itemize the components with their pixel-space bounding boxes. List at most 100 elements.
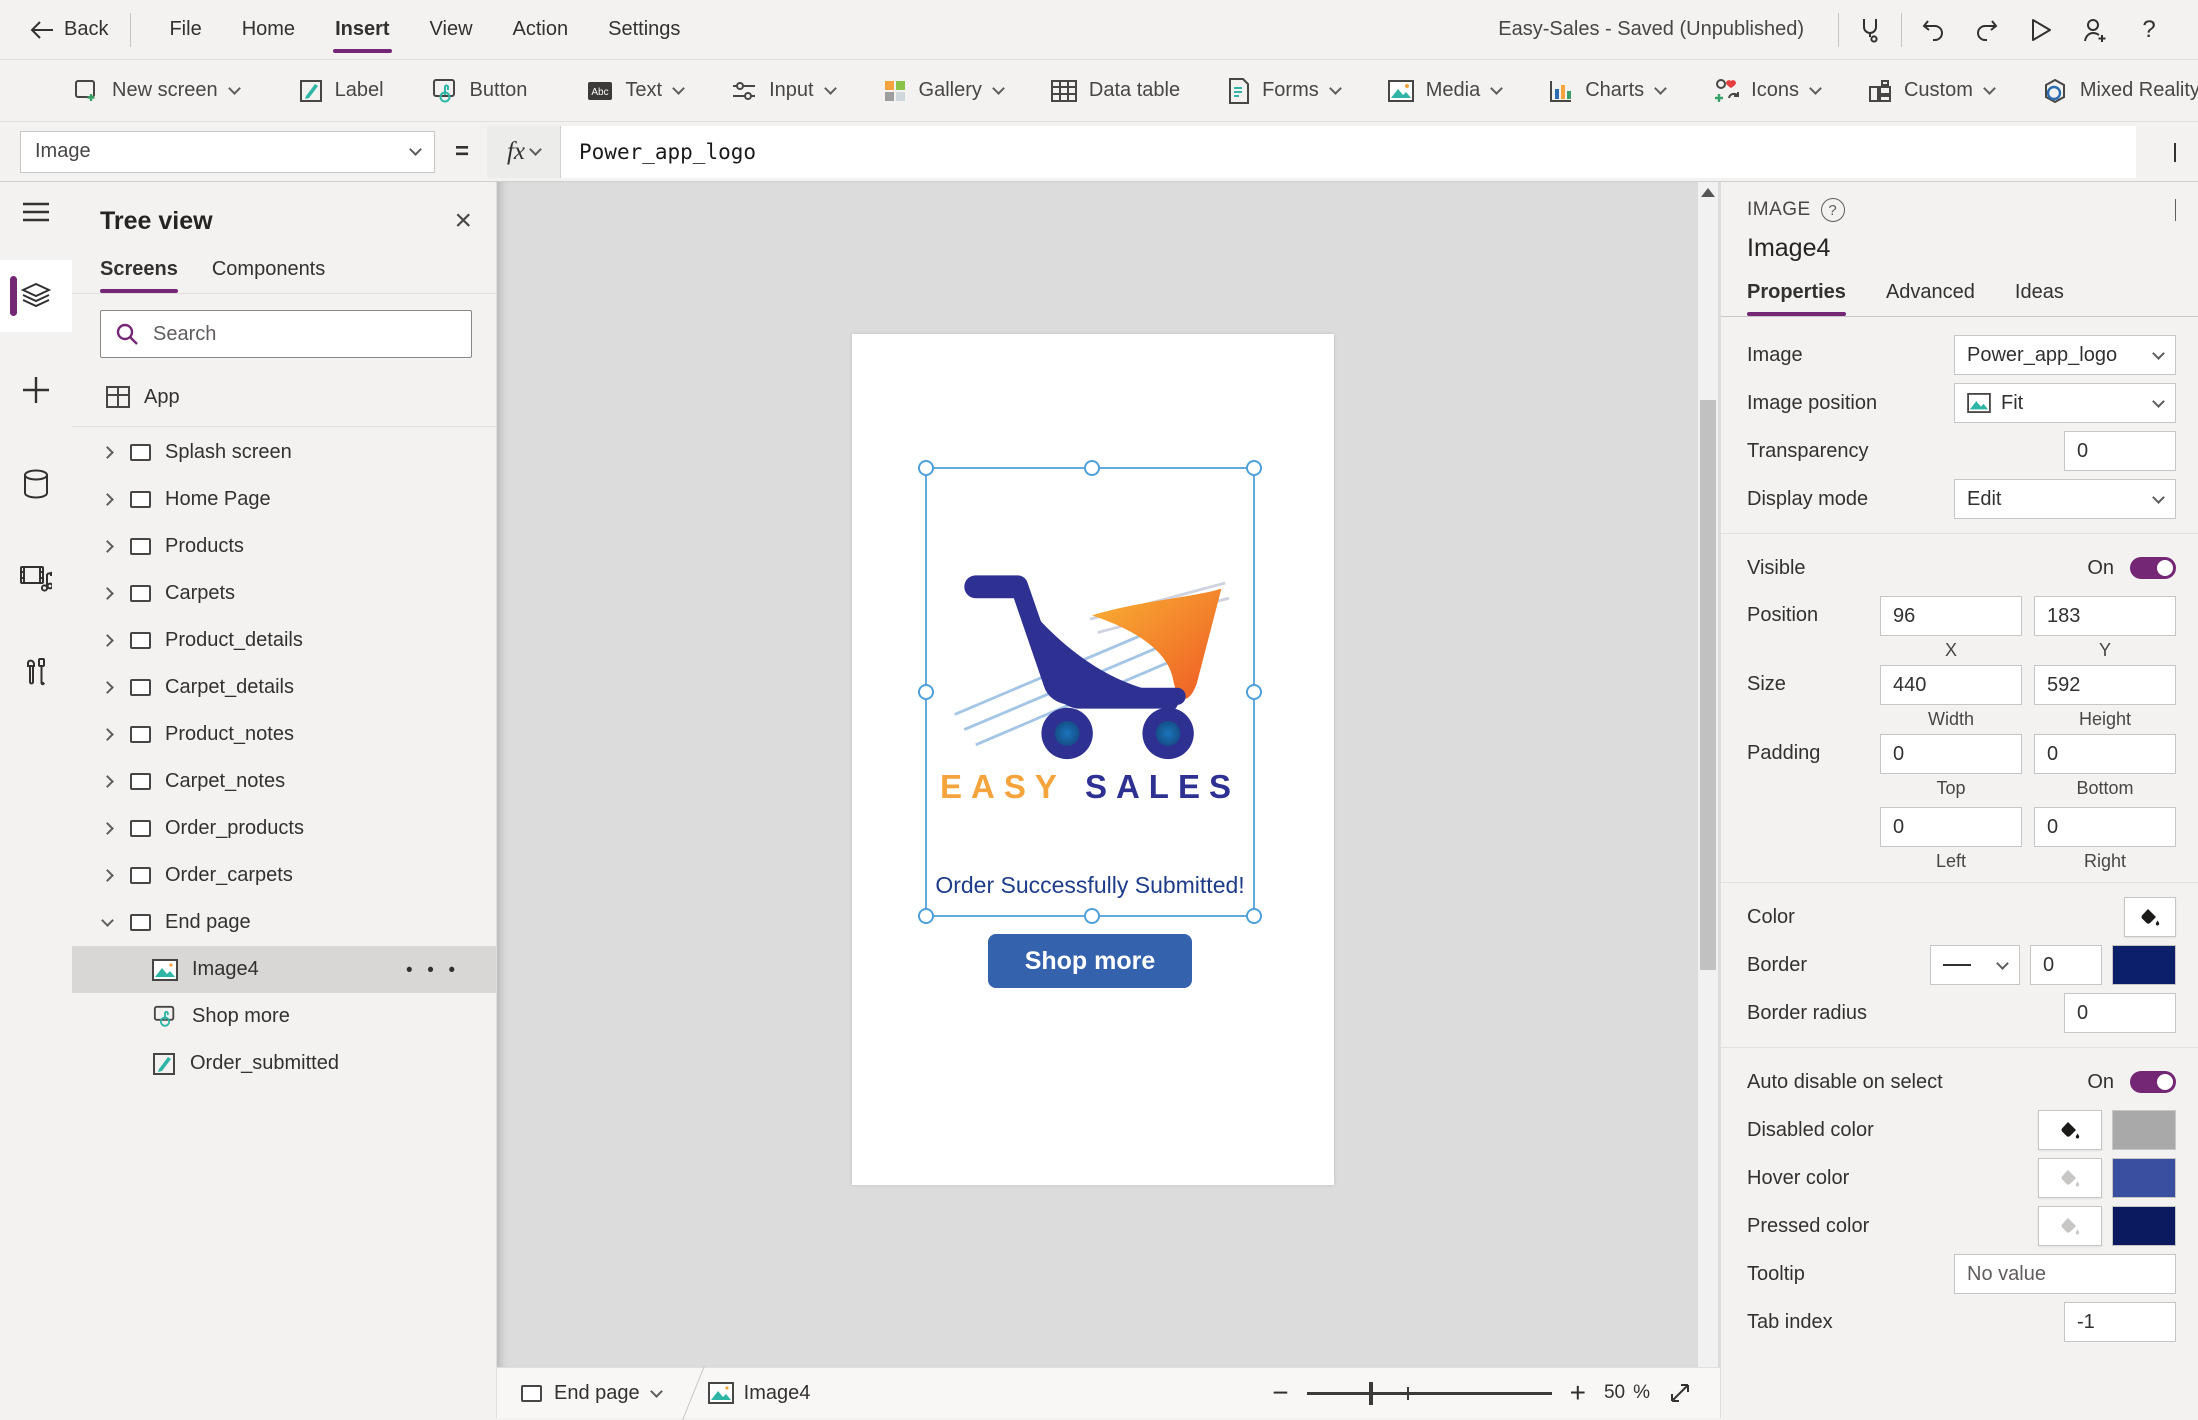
image-position-dropdown[interactable]: Fit [1954, 383, 2176, 423]
tab-index-input[interactable]: -1 [2064, 1302, 2176, 1342]
tooltip-input[interactable]: No value [1954, 1254, 2176, 1294]
border-style-dropdown[interactable] [1930, 945, 2020, 985]
image-dropdown[interactable]: Power_app_logo [1954, 335, 2176, 375]
screen-selector[interactable]: End page [497, 1368, 679, 1418]
resize-handle[interactable] [918, 908, 934, 924]
menu-settings[interactable]: Settings [588, 0, 700, 59]
resize-handle[interactable] [1246, 908, 1262, 924]
border-color-swatch[interactable] [2112, 945, 2176, 985]
size-width-input[interactable]: 440 [1880, 665, 2022, 705]
media-menu[interactable]: Media [1364, 61, 1525, 121]
button-button[interactable]: Button [408, 61, 552, 121]
icons-menu[interactable]: Icons [1689, 61, 1844, 121]
hover-color-swatch[interactable] [2112, 1158, 2176, 1198]
tree-screen-row[interactable]: Product_notes [72, 711, 496, 758]
tree-item-shop-more[interactable]: Shop more [72, 993, 496, 1040]
disabled-color-picker-button[interactable] [2038, 1110, 2102, 1150]
size-height-input[interactable]: 592 [2034, 665, 2176, 705]
design-canvas[interactable]: EASY SALES Order Successfully Submitted!… [497, 182, 1720, 1367]
canvas-scrollbar[interactable] [1698, 182, 1718, 1367]
data-rail-button[interactable] [0, 448, 72, 520]
disabled-color-swatch[interactable] [2112, 1110, 2176, 1150]
preview-play-icon[interactable] [2018, 9, 2064, 51]
pressed-color-swatch[interactable] [2112, 1206, 2176, 1246]
zoom-slider-thumb[interactable] [1369, 1382, 1373, 1405]
tree-item-app[interactable]: App [72, 372, 496, 422]
app-checker-icon[interactable] [1847, 9, 1893, 51]
gallery-menu[interactable]: Gallery [859, 61, 1027, 121]
tree-screen-row[interactable]: Order_carpets [72, 852, 496, 899]
resize-handle[interactable] [1246, 460, 1262, 476]
padding-bottom-input[interactable]: 0 [2034, 734, 2176, 774]
formula-input[interactable]: Power_app_logo [561, 126, 2136, 178]
hamburger-menu-icon[interactable] [0, 182, 72, 242]
tree-item-image4[interactable]: Image4 • • • [72, 946, 496, 993]
undo-icon[interactable] [1910, 9, 1956, 51]
zoom-in-button[interactable]: + [1570, 1379, 1586, 1407]
border-width-input[interactable]: 0 [2030, 945, 2102, 985]
label-button[interactable]: Label [275, 61, 408, 121]
padding-left-input[interactable]: 0 [1880, 807, 2022, 847]
help-icon[interactable]: ? [2126, 9, 2172, 51]
tree-screen-row[interactable]: Carpet_details [72, 664, 496, 711]
close-icon[interactable]: × [454, 206, 472, 236]
menu-home[interactable]: Home [222, 0, 315, 59]
tree-screen-row[interactable]: Carpet_notes [72, 758, 496, 805]
tree-screen-row[interactable]: Products [72, 523, 496, 570]
padding-right-input[interactable]: 0 [2034, 807, 2176, 847]
tab-properties[interactable]: Properties [1747, 281, 1846, 316]
new-screen-button[interactable]: New screen [50, 61, 263, 121]
input-menu[interactable]: Input [707, 61, 858, 121]
resize-handle[interactable] [1084, 460, 1100, 476]
pressed-color-picker-button[interactable] [2038, 1206, 2102, 1246]
zoom-slider[interactable] [1307, 1392, 1552, 1395]
data-table-button[interactable]: Data table [1027, 61, 1204, 121]
help-circle-icon[interactable]: ? [1821, 198, 1845, 222]
menu-view[interactable]: View [410, 0, 493, 59]
forms-menu[interactable]: Forms [1204, 61, 1364, 121]
tree-screen-row[interactable]: Carpets [72, 570, 496, 617]
zoom-out-button[interactable]: − [1272, 1379, 1288, 1407]
tree-view-rail-button[interactable] [0, 260, 72, 332]
media-rail-button[interactable] [0, 542, 72, 614]
resize-handle[interactable] [1084, 908, 1100, 924]
share-person-icon[interactable] [2072, 9, 2118, 51]
position-y-input[interactable]: 183 [2034, 596, 2176, 636]
padding-top-input[interactable]: 0 [1880, 734, 2022, 774]
scrollbar-thumb[interactable] [1700, 400, 1716, 970]
resize-handle[interactable] [1246, 684, 1262, 700]
resize-handle[interactable] [918, 460, 934, 476]
transparency-input[interactable]: 0 [2064, 431, 2176, 471]
tree-screen-row-end-page[interactable]: End page [72, 899, 496, 946]
tab-advanced[interactable]: Advanced [1886, 281, 1975, 316]
property-selector[interactable]: Image [20, 131, 435, 173]
search-input[interactable] [153, 323, 457, 346]
border-radius-input[interactable]: 0 [2064, 993, 2176, 1033]
redo-icon[interactable] [1964, 9, 2010, 51]
resize-handle[interactable] [918, 684, 934, 700]
text-menu[interactable]: Abc Text [563, 61, 707, 121]
charts-menu[interactable]: Charts [1525, 61, 1689, 121]
tab-components[interactable]: Components [212, 258, 325, 293]
tree-screen-row[interactable]: Product_details [72, 617, 496, 664]
fx-selector[interactable]: fx [487, 126, 561, 178]
tab-screens[interactable]: Screens [100, 258, 178, 293]
shop-more-button[interactable]: Shop more [988, 934, 1192, 988]
mixed-reality-menu[interactable]: Mixed Reality [2018, 61, 2198, 121]
color-picker-button[interactable] [2124, 897, 2176, 937]
formula-bar-expand-button[interactable] [2174, 143, 2176, 161]
menu-insert[interactable]: Insert [315, 0, 409, 59]
auto-disable-toggle[interactable] [2130, 1071, 2176, 1093]
scroll-up-arrow[interactable] [1701, 188, 1715, 197]
tab-ideas[interactable]: Ideas [2015, 281, 2064, 316]
menu-file[interactable]: File [149, 0, 221, 59]
tree-search-box[interactable] [100, 310, 472, 358]
advanced-tools-rail-button[interactable] [0, 636, 72, 708]
hover-color-picker-button[interactable] [2038, 1158, 2102, 1198]
back-button[interactable]: Back [0, 18, 130, 41]
collapse-panel-button[interactable] [2175, 199, 2176, 221]
selection-box[interactable] [925, 467, 1255, 917]
display-mode-dropdown[interactable]: Edit [1954, 479, 2176, 519]
position-x-input[interactable]: 96 [1880, 596, 2022, 636]
menu-action[interactable]: Action [493, 0, 589, 59]
